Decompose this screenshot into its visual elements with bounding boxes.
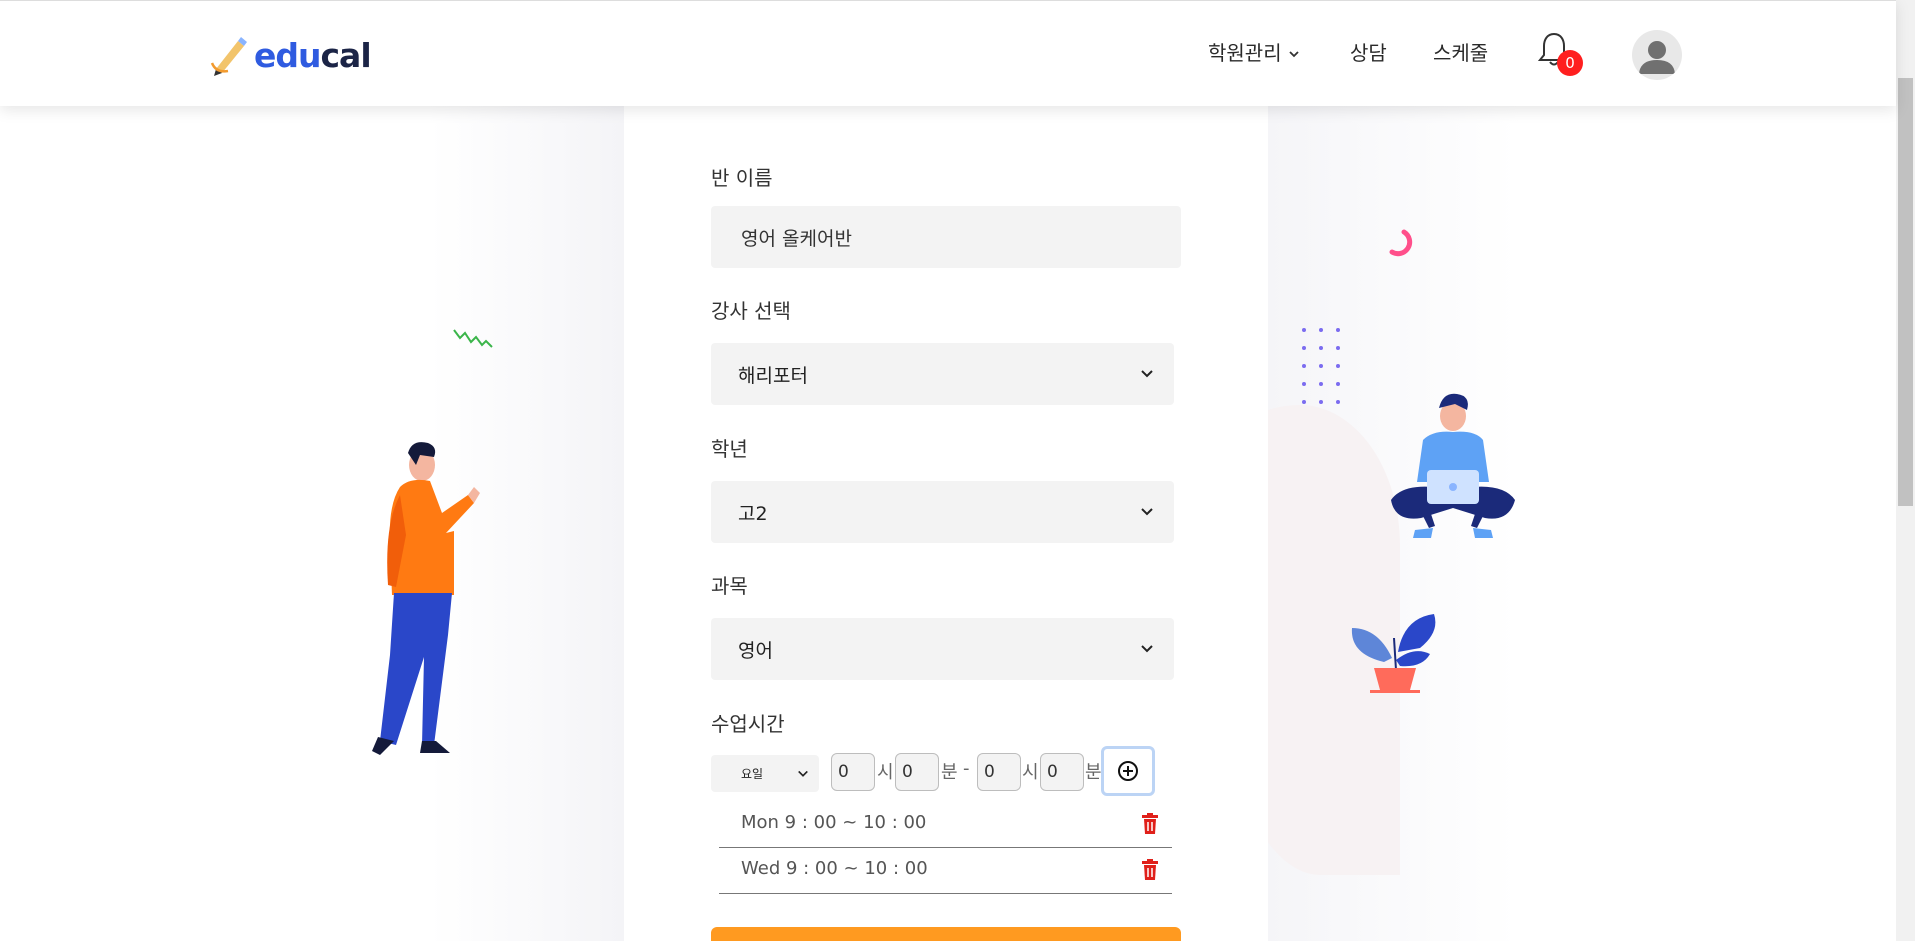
class-name-input[interactable]: 영어 올케어반 (711, 206, 1181, 268)
logo-text: educal (254, 35, 372, 75)
grade-select[interactable]: 고2 (711, 481, 1174, 543)
chevron-down-icon (1288, 50, 1299, 57)
day-of-week-select-value: 요일 (741, 767, 764, 781)
start-minute-unit: 분 (941, 762, 958, 783)
nav-academy-management[interactable]: 학원관리 (1208, 37, 1300, 66)
plus-circle-icon (1118, 761, 1138, 781)
teacher-select-label: 강사 선택 (711, 299, 791, 323)
teacher-select-value: 해리포터 (738, 364, 808, 387)
start-minute-input[interactable]: 0 (895, 753, 939, 791)
trash-icon[interactable] (1140, 859, 1160, 881)
submit-button[interactable] (711, 927, 1181, 941)
logo-text-cal: cal (320, 35, 372, 75)
pink-arc-decoration (1389, 229, 1413, 257)
chevron-down-icon (1141, 645, 1153, 653)
end-minute-unit: 분 (1085, 762, 1102, 783)
class-name-label: 반 이름 (711, 166, 773, 190)
time-range-separator: - (963, 758, 970, 779)
sitting-man-laptop-illustration (1391, 393, 1515, 538)
end-minute-input[interactable]: 0 (1040, 753, 1084, 791)
pencil-logo-icon (210, 37, 247, 76)
schedule-item-text: Mon 9 : 00 ~ 10 : 00 (741, 812, 927, 833)
user-avatar[interactable] (1632, 30, 1682, 80)
potted-plant-illustration (1351, 614, 1436, 693)
nav-consultation-label: 상담 (1350, 41, 1387, 65)
grade-label: 학년 (711, 437, 748, 461)
subject-select[interactable]: 영어 (711, 618, 1174, 680)
schedule-item-text: Wed 9 : 00 ~ 10 : 00 (741, 858, 928, 879)
educal-logo[interactable]: educal (208, 33, 372, 77)
standing-man-illustration (372, 442, 480, 755)
start-hour-input[interactable]: 0 (831, 753, 875, 791)
start-hour-unit: 시 (877, 762, 894, 783)
nav-schedule-label: 스케줄 (1433, 41, 1489, 65)
schedule-list-item: Mon 9 : 00 ~ 10 : 00 (719, 804, 1172, 848)
user-icon (1639, 41, 1675, 74)
dot-grid-decoration (1302, 328, 1340, 404)
notification-badge[interactable]: 0 (1557, 50, 1583, 76)
nav-consultation[interactable]: 상담 (1350, 37, 1387, 66)
schedule-list-item: Wed 9 : 00 ~ 10 : 00 (719, 850, 1172, 894)
end-hour-unit: 시 (1022, 762, 1039, 783)
nav-schedule[interactable]: 스케줄 (1433, 37, 1488, 66)
chevron-down-icon (798, 770, 808, 777)
add-time-button[interactable] (1101, 746, 1155, 796)
zigzag-decoration (453, 329, 493, 348)
grade-select-value: 고2 (738, 502, 768, 525)
chevron-down-icon (1141, 508, 1153, 516)
scrollbar-thumb[interactable] (1898, 78, 1913, 506)
nav-academy-label: 학원관리 (1208, 41, 1282, 65)
subject-select-value: 영어 (738, 639, 773, 662)
teacher-select[interactable]: 해리포터 (711, 343, 1174, 405)
subject-label: 과목 (711, 574, 748, 598)
top-header: educal 학원관리 상담 스케줄 0 (0, 0, 1896, 106)
class-time-label: 수업시간 (711, 712, 785, 736)
chevron-down-icon (1141, 370, 1153, 378)
end-hour-input[interactable]: 0 (977, 753, 1021, 791)
day-of-week-select[interactable]: 요일 (711, 755, 819, 792)
logo-text-edu: edu (254, 35, 321, 75)
trash-icon[interactable] (1140, 813, 1160, 835)
